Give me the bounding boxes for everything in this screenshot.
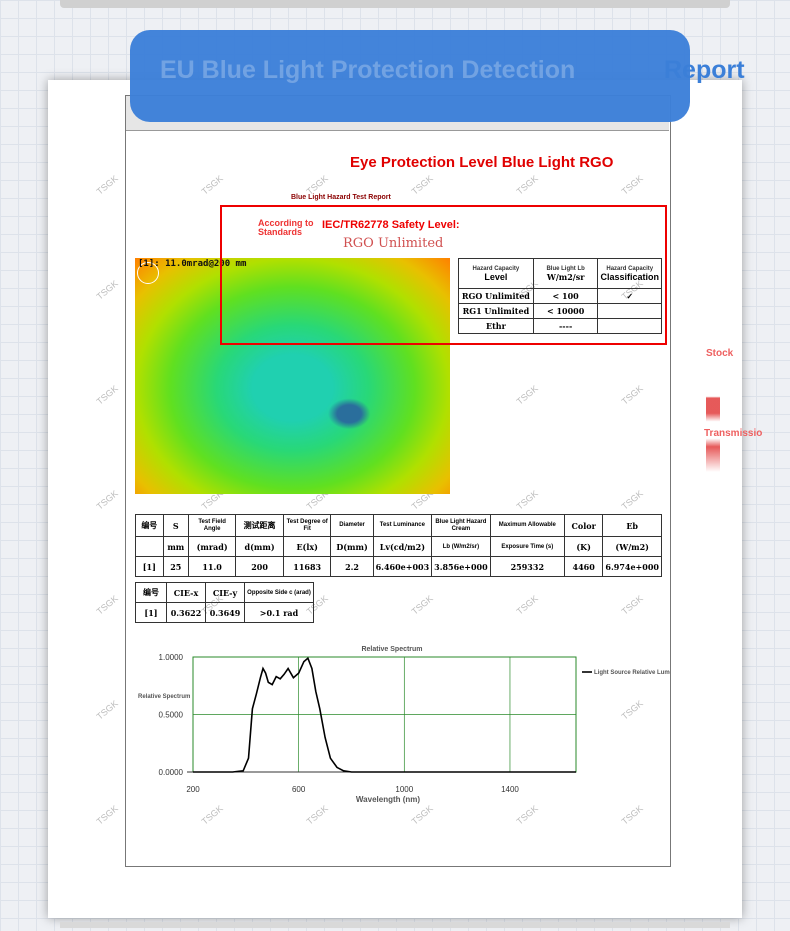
measurement-header-cell: 测试距离 [235, 514, 284, 537]
cie-value-cell: [1] [135, 602, 167, 623]
measurement-unit-cell: E(lx) [282, 536, 332, 557]
measurement-value-cell: 200 [235, 556, 284, 577]
standard-label: According to Standards [258, 218, 314, 237]
x-axis-label: Wavelength (nm) [356, 795, 420, 804]
x-tick-label: 600 [292, 785, 306, 794]
measurement-value-cell: 11.0 [187, 556, 237, 577]
y-tick-label: 1.0000 [159, 653, 184, 662]
measurement-value-cell: 2.2 [330, 556, 374, 577]
cie-value-cell: 0.3622 [166, 602, 206, 623]
measurement-value-cell: 6.974e+000 [602, 556, 662, 577]
measurement-header-cell: Maximum Allowable [489, 514, 565, 537]
measurement-value-cell: 259332 [489, 556, 565, 577]
report-caption: Blue Light Hazard Test Report [291, 194, 391, 201]
measurement-unit-cell: mm [162, 536, 189, 557]
x-tick-label: 1400 [501, 785, 519, 794]
measurement-header-cell: Blue Light Hazard Cream [431, 514, 491, 537]
eye-protection-heading: Eye Protection Level Blue Light RGO [350, 154, 614, 171]
measurement-unit-cell [135, 536, 164, 557]
measurement-value-cell: [1] [135, 556, 164, 577]
measurement-header-cell: Color [563, 514, 604, 537]
y-axis-label: Relative Spectrum [138, 694, 190, 700]
previous-page-edge [60, 0, 730, 8]
chart-title: Relative Spectrum [361, 646, 422, 653]
cie-header-cell: Opposite Side c (arad) [244, 582, 314, 603]
legend-label: Light Source Relative Lumens [594, 670, 670, 676]
measurement-unit-cell: Lv(cd/m2) [372, 536, 433, 557]
cie-table: 编号 CIE-x CIE-y Opposite Side c (arad) [1] 0.… [135, 582, 314, 623]
cie-value-cell: >0.1 rad [244, 602, 314, 623]
measurement-unit-cell: Exposure Time (s) [489, 536, 565, 557]
safety-level-text: IEC/TR62778 Safety Level: [322, 219, 460, 231]
measurement-header-cell: 编号 [135, 514, 164, 537]
relative-spectrum-chart: 200 600 1000 1400 0.0000 0.5000 1.0000 Relative… [138, 646, 670, 804]
x-tick-label: 1000 [395, 785, 413, 794]
measurement-header-cell: S [162, 514, 189, 537]
measurement-unit-cell: D(mm) [330, 536, 374, 557]
measurement-value-cell: 4460 [563, 556, 604, 577]
measurement-header-cell: Test Luminance [372, 514, 433, 537]
measurement-value-cell: 3.856e+000 [431, 556, 491, 577]
measurement-value-cell: 25 [162, 556, 189, 577]
cie-header-cell: CIE-x [166, 582, 206, 603]
measurement-header-cell: Diameter [330, 514, 374, 537]
measurement-value-cell: 11683 [282, 556, 332, 577]
cie-header-cell: CIE-y [205, 582, 245, 603]
paper-stack-edge [60, 922, 730, 928]
stock-label: Stock [706, 348, 734, 359]
measurement-unit-cell: (W/m2) [602, 536, 662, 557]
measurement-unit-cell: (mrad) [187, 536, 237, 557]
x-tick-label: 200 [186, 785, 200, 794]
banner-title-tail: Report [664, 56, 745, 84]
rg0-stamp-text: RGO Unlimited [343, 236, 444, 251]
measurement-unit-cell: Lb (W/m2/sr) [431, 536, 491, 557]
measurement-value-cell: 6.460e+003 [372, 556, 433, 577]
measurement-unit-cell: (K) [563, 536, 604, 557]
measurement-header-cell: Test Field Angle [187, 514, 237, 537]
cie-value-cell: 0.3649 [205, 602, 245, 623]
transmission-label: Transmissio [704, 428, 763, 439]
measurement-header-cell: Test Degree of Fit [282, 514, 332, 537]
y-tick-label: 0.5000 [159, 711, 184, 720]
y-tick-label: 0.0000 [159, 768, 184, 777]
cie-header-cell: 编号 [135, 582, 167, 603]
banner-title: EU Blue Light Protection Detection [160, 56, 576, 84]
measurement-table: 编号 S Test Field Angle 测试距离 Test Degree of Fi… [135, 514, 662, 577]
measurement-unit-cell: d(mm) [235, 536, 284, 557]
measurement-header-cell: Eb [602, 514, 662, 537]
